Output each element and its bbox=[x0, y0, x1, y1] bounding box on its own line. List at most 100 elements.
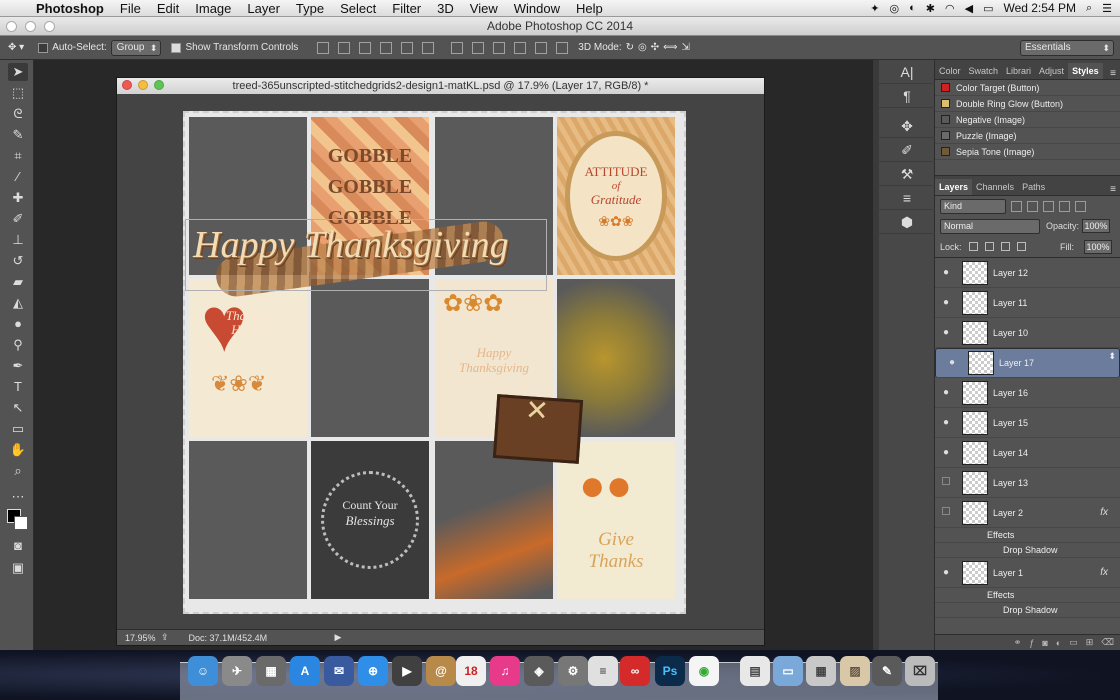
layer-effects-icon[interactable]: fx bbox=[1100, 567, 1108, 578]
photoshop-icon[interactable]: Ps bbox=[655, 656, 685, 686]
status-menu-arrow-icon[interactable]: ▶ bbox=[335, 632, 342, 643]
style-item[interactable]: Puzzle (Image) bbox=[935, 128, 1120, 144]
layer-row[interactable]: ● Layer 15 bbox=[935, 408, 1120, 438]
blur-tool-icon[interactable]: ● bbox=[8, 315, 28, 333]
minimize-window-button[interactable] bbox=[25, 21, 36, 32]
visibility-eye-icon[interactable]: ● bbox=[935, 387, 957, 398]
eyedropper-tool-icon[interactable]: ⁄ bbox=[8, 168, 28, 186]
chrome-icon[interactable]: ◉ bbox=[689, 656, 719, 686]
share-icon[interactable]: ⇪ bbox=[161, 632, 169, 643]
layer-effects-icon[interactable]: fx bbox=[1100, 507, 1108, 518]
layer-name[interactable]: Layer 2 bbox=[993, 508, 1023, 518]
align-top-icon[interactable] bbox=[317, 41, 330, 54]
text-document-icon[interactable]: ≡ bbox=[588, 656, 618, 686]
filter-smart-object-icon[interactable] bbox=[1075, 200, 1086, 212]
zoom-level[interactable]: 17.95% bbox=[117, 633, 161, 643]
facetime-icon[interactable]: ▶ bbox=[392, 656, 422, 686]
quick-mask-icon[interactable]: ◙ bbox=[8, 537, 28, 555]
app-store-icon[interactable]: A bbox=[290, 656, 320, 686]
image-stack-icon[interactable]: ▨ bbox=[840, 656, 870, 686]
drop-shadow-row[interactable]: Drop Shadow bbox=[935, 543, 1120, 558]
mail-icon[interactable]: ✉ bbox=[324, 656, 354, 686]
menu-3d[interactable]: 3D bbox=[437, 1, 454, 16]
document-title-bar[interactable]: treed-365unscripted-stitchedgrids2-desig… bbox=[117, 78, 764, 94]
delete-layer-icon[interactable]: ⌫ bbox=[1101, 637, 1114, 648]
chalkboard-stack-icon[interactable]: ✎ bbox=[872, 656, 902, 686]
3d-scale-icon[interactable]: ⇲ bbox=[682, 42, 690, 53]
canvas[interactable]: GOBBLE GOBBLE GOBBLE ATTITUDE of Gratitu… bbox=[183, 111, 686, 614]
workspace-dropdown[interactable]: Essentials bbox=[1020, 39, 1114, 56]
paragraph-panel-icon[interactable]: ¶ bbox=[879, 84, 935, 108]
bluetooth-icon[interactable]: ✱ bbox=[926, 2, 935, 15]
brush-presets-icon[interactable]: ✐ bbox=[879, 138, 935, 162]
layer-row[interactable]: ● Layer 14 bbox=[935, 438, 1120, 468]
3d-roll-icon[interactable]: ◎ bbox=[638, 42, 647, 53]
tab-channels[interactable]: Channels bbox=[972, 179, 1018, 195]
visibility-toggle[interactable] bbox=[935, 477, 957, 488]
layer-name[interactable]: Layer 10 bbox=[993, 328, 1028, 338]
tab-swatches[interactable]: Swatch bbox=[965, 63, 1003, 79]
hand-tool-icon[interactable]: ✋ bbox=[8, 441, 28, 459]
layer-row[interactable]: Layer 2 fx bbox=[935, 498, 1120, 528]
layers-menu-icon[interactable]: ≡ bbox=[1110, 184, 1116, 195]
dodge-tool-icon[interactable]: ⚲ bbox=[8, 336, 28, 354]
layer-row[interactable]: ● Layer 16 bbox=[935, 378, 1120, 408]
menu-app-name[interactable]: Photoshop bbox=[36, 1, 104, 16]
healing-brush-tool-icon[interactable]: ✚ bbox=[8, 189, 28, 207]
calendar-icon[interactable]: 18 bbox=[456, 656, 486, 686]
visibility-eye-icon[interactable]: ● bbox=[935, 417, 957, 428]
zoom-tool-icon[interactable]: ⌕ bbox=[8, 462, 28, 480]
tab-paths[interactable]: Paths bbox=[1018, 179, 1049, 195]
tab-color[interactable]: Color bbox=[935, 63, 965, 79]
visibility-eye-icon[interactable]: ● bbox=[935, 447, 957, 458]
system-preferences-icon[interactable]: ⚙ bbox=[558, 656, 588, 686]
search-icon[interactable]: ⌕ bbox=[1086, 2, 1092, 15]
battery-icon[interactable]: ▭ bbox=[983, 2, 993, 15]
document-stack-icon[interactable]: ▤ bbox=[740, 656, 770, 686]
menu-window[interactable]: Window bbox=[514, 1, 560, 16]
clock[interactable]: Wed 2:54 PM bbox=[1003, 1, 1075, 15]
layer-row[interactable]: ● Layer 10 bbox=[935, 318, 1120, 348]
3d-slide-icon[interactable]: ⟺ bbox=[663, 42, 677, 53]
layer-row-selected[interactable]: ● Layer 17 bbox=[935, 348, 1120, 378]
align-vcenter-icon[interactable] bbox=[338, 41, 351, 54]
shape-tool-icon[interactable]: ▭ bbox=[8, 420, 28, 438]
swap-colors-icon[interactable]: ⋯ bbox=[8, 488, 28, 506]
creative-cloud-app-icon[interactable]: ∞ bbox=[620, 656, 650, 686]
tool-presets-icon[interactable]: ⚒ bbox=[879, 162, 935, 186]
align-bottom-icon[interactable] bbox=[359, 41, 372, 54]
move-tool-preset[interactable]: ✥ ▾ bbox=[8, 42, 24, 53]
add-style-icon[interactable]: ƒ bbox=[1029, 638, 1034, 648]
menu-image[interactable]: Image bbox=[195, 1, 231, 16]
opacity-input[interactable]: 100% bbox=[1082, 219, 1111, 233]
auto-select-dropdown[interactable]: Group bbox=[110, 39, 162, 56]
close-window-button[interactable] bbox=[6, 21, 17, 32]
menu-filter[interactable]: Filter bbox=[392, 1, 421, 16]
lock-all-icon[interactable] bbox=[1016, 242, 1026, 251]
downloads-stack-icon[interactable]: ▦ bbox=[806, 656, 836, 686]
volume-icon[interactable]: ◀ bbox=[965, 2, 973, 15]
paint-bucket-tool-icon[interactable]: ◭ bbox=[8, 294, 28, 312]
canvas-area[interactable]: GOBBLE GOBBLE GOBBLE ATTITUDE of Gratitu… bbox=[117, 94, 764, 629]
distribute-left-icon[interactable] bbox=[514, 41, 527, 54]
move-tool-icon[interactable]: ➤ bbox=[8, 63, 28, 81]
link-layers-icon[interactable]: ⚭ bbox=[1014, 637, 1022, 648]
type-tool-icon[interactable]: T bbox=[8, 378, 28, 396]
pen-tool-icon[interactable]: ✒ bbox=[8, 357, 28, 375]
new-layer-icon[interactable]: ⊞ bbox=[1086, 637, 1094, 648]
style-item[interactable]: Negative (Image) bbox=[935, 112, 1120, 128]
menu-layer[interactable]: Layer bbox=[247, 1, 280, 16]
menu-file[interactable]: File bbox=[120, 1, 141, 16]
notification-center-icon[interactable]: ☰ bbox=[1102, 2, 1112, 15]
distribute-bottom-icon[interactable] bbox=[493, 41, 506, 54]
trash-icon[interactable]: ⌧ bbox=[905, 656, 935, 686]
align-right-icon[interactable] bbox=[422, 41, 435, 54]
zoom-window-button[interactable] bbox=[44, 21, 55, 32]
finder-icon[interactable]: ☺ bbox=[188, 656, 218, 686]
tab-styles[interactable]: Styles bbox=[1068, 63, 1103, 79]
style-item[interactable]: Sepia Tone (Image) bbox=[935, 144, 1120, 160]
close-document-button[interactable] bbox=[122, 80, 132, 90]
itunes-icon[interactable]: ♫ bbox=[490, 656, 520, 686]
lasso-tool-icon[interactable]: ᘓ bbox=[8, 105, 28, 123]
visibility-eye-icon[interactable]: ● bbox=[935, 567, 957, 578]
